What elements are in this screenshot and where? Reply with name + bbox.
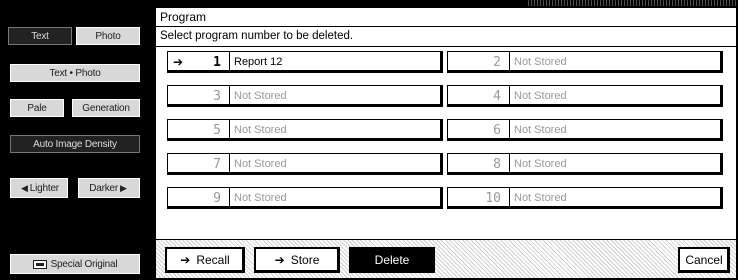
store-label: Store (290, 253, 320, 267)
program-slot-9[interactable]: 9 Not Stored (167, 187, 443, 209)
store-button[interactable]: ➔ Store (254, 247, 340, 273)
program-slot-10[interactable]: 10 Not Stored (447, 187, 723, 209)
dialog-instruction: Select program number to be deleted. (160, 30, 354, 42)
program-number: 1 (213, 55, 221, 70)
text-photo-mode-label: Text • Photo (49, 67, 101, 79)
program-slot-6[interactable]: 6 Not Stored (447, 119, 723, 141)
pale-mode-label: Pale (27, 102, 47, 114)
program-delete-dialog: Program Select program number to be dele… (154, 6, 738, 280)
program-number: 5 (213, 123, 221, 138)
action-bar: ➔ Recall ➔ Store Delete Cancel (156, 239, 736, 278)
program-slot-2[interactable]: 2 Not Stored (447, 51, 723, 73)
darker-label: Darker (89, 182, 119, 194)
program-number: 10 (485, 191, 501, 206)
program-name: Not Stored (514, 192, 567, 204)
program-number: 8 (493, 157, 501, 172)
program-name: Report 12 (234, 56, 283, 68)
auto-image-density-label: Auto Image Density (33, 138, 117, 150)
text-photo-mode-button[interactable]: Text • Photo (8, 62, 142, 84)
delete-label: Delete (374, 253, 410, 267)
program-name: Not Stored (514, 158, 567, 170)
delete-button[interactable]: Delete (349, 247, 435, 273)
triangle-left-icon: ◀ (21, 182, 28, 193)
program-slot-1[interactable]: ➔ 1 Report 12 (167, 51, 443, 73)
lighter-label: Lighter (29, 182, 59, 194)
program-number: 9 (213, 191, 221, 206)
recall-button[interactable]: ➔ Recall (165, 247, 245, 273)
arrow-right-circle-icon: ➔ (180, 253, 191, 267)
program-name: Not Stored (234, 158, 287, 170)
program-slot-4[interactable]: 4 Not Stored (447, 85, 723, 107)
arrow-right-circle-icon: ➔ (173, 55, 184, 69)
triangle-right-icon: ▶ (120, 182, 127, 193)
darker-button[interactable]: Darker ▶ (76, 176, 142, 200)
arrow-right-circle-icon: ➔ (274, 253, 285, 267)
auto-image-density-button[interactable]: Auto Image Density (8, 133, 142, 155)
program-slot-8[interactable]: 8 Not Stored (447, 153, 723, 175)
program-name: Not Stored (514, 124, 567, 136)
program-slot-3[interactable]: 3 Not Stored (167, 85, 443, 107)
program-name: Not Stored (514, 56, 567, 68)
cancel-label: Cancel (685, 253, 723, 267)
copy-mode-panel: Text Photo Text • Photo Pale Generation … (0, 0, 148, 280)
program-name: Not Stored (234, 90, 287, 102)
generation-mode-label: Generation (82, 102, 130, 114)
original-document-icon (32, 259, 47, 269)
special-original-button[interactable]: Special Original (8, 252, 142, 276)
program-number: 4 (493, 89, 501, 104)
special-original-label: Special Original (50, 258, 118, 270)
photo-mode-button[interactable]: Photo (74, 25, 142, 47)
dialog-title: Program (160, 10, 207, 24)
recall-label: Recall (196, 253, 230, 267)
program-slot-7[interactable]: 7 Not Stored (167, 153, 443, 175)
program-number: 2 (493, 55, 501, 70)
generation-mode-button[interactable]: Generation (70, 97, 142, 119)
text-mode-label: Text (31, 30, 49, 42)
program-name: Not Stored (234, 124, 287, 136)
lighter-button[interactable]: ◀ Lighter (8, 176, 70, 200)
program-slot-5[interactable]: 5 Not Stored (167, 119, 443, 141)
program-name: Not Stored (234, 192, 287, 204)
program-number: 3 (213, 89, 221, 104)
program-number: 7 (213, 157, 221, 172)
cancel-button[interactable]: Cancel (678, 247, 730, 273)
pale-mode-button[interactable]: Pale (8, 97, 66, 119)
text-mode-button[interactable]: Text (6, 25, 74, 47)
program-number: 6 (493, 123, 501, 138)
photo-mode-label: Photo (95, 30, 121, 42)
program-name: Not Stored (514, 90, 567, 102)
program-list: ➔ 1 Report 12 3 Not Stored 5 Not Stored … (156, 47, 736, 239)
